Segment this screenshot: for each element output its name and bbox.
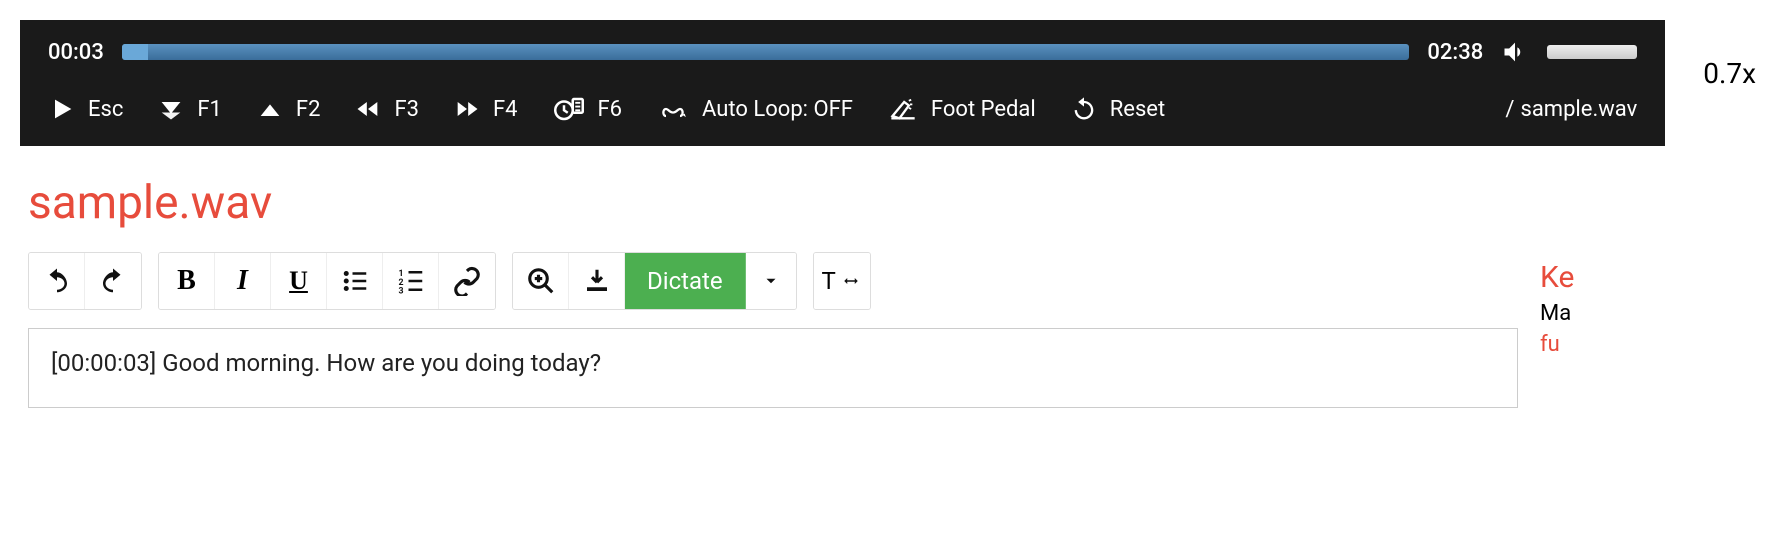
play-button[interactable]: Esc: [48, 95, 123, 123]
chevron-down-filled-icon: [157, 95, 185, 123]
timestamp-button[interactable]: F6: [552, 94, 623, 124]
zoom-in-button[interactable]: [513, 253, 569, 309]
horizontal-arrows-icon: [840, 272, 862, 290]
text-width-glyph: T: [821, 267, 835, 295]
progress-fill: [122, 44, 148, 60]
text-width-icon: T: [821, 267, 861, 295]
audio-player-bar: 00:03 02:38 Esc F1 F2 F3: [20, 20, 1665, 146]
total-time-label: 02:38: [1427, 40, 1483, 65]
sidebar: Ke Ma fu: [1540, 252, 1738, 357]
text-width-button[interactable]: T: [814, 253, 870, 309]
redo-icon: [98, 266, 128, 296]
progress-slider[interactable]: [122, 44, 1410, 60]
reset-button[interactable]: Reset: [1070, 95, 1165, 123]
timestamp-icon: [552, 94, 586, 124]
reset-icon: [1070, 95, 1098, 123]
skip-forward-button[interactable]: F2: [256, 95, 321, 123]
foot-pedal-icon: [887, 95, 919, 123]
toolbar-group-dictate: Dictate: [512, 252, 797, 310]
chevron-up-filled-icon: [256, 95, 284, 123]
undo-button[interactable]: [29, 253, 85, 309]
dictate-dropdown[interactable]: [746, 253, 796, 309]
reset-label: Reset: [1110, 97, 1165, 122]
play-key-label: Esc: [88, 97, 123, 122]
sidebar-link[interactable]: fu: [1540, 332, 1738, 357]
player-controls-row: Esc F1 F2 F3 F4 F6: [20, 76, 1665, 146]
bold-button[interactable]: B: [159, 253, 215, 309]
sidebar-line-1: Ma: [1540, 301, 1738, 326]
rewind-button[interactable]: F3: [354, 95, 419, 123]
file-path-prefix: /: [1505, 97, 1514, 122]
chevron-down-icon: [762, 272, 780, 290]
autoloop-button[interactable]: Auto Loop: OFF: [656, 95, 853, 123]
fast-forward-icon: [453, 95, 481, 123]
bullet-list-button[interactable]: [327, 253, 383, 309]
bullet-list-icon: [340, 266, 370, 296]
rewind-icon: [354, 95, 382, 123]
link-icon: [452, 266, 482, 296]
foot-pedal-label: Foot Pedal: [931, 97, 1036, 122]
sidebar-heading: Ke: [1540, 260, 1738, 295]
undo-icon: [42, 266, 72, 296]
numbered-list-icon: 123: [396, 266, 426, 296]
volume-icon[interactable]: [1501, 38, 1529, 66]
skip-back-key-label: F1: [197, 97, 222, 122]
file-path: / sample.wav: [1505, 97, 1637, 122]
underline-button[interactable]: U: [271, 253, 327, 309]
download-icon: [582, 266, 612, 296]
playback-speed-label[interactable]: 0.7x: [1703, 57, 1756, 90]
redo-button[interactable]: [85, 253, 141, 309]
volume-slider[interactable]: [1547, 45, 1637, 59]
fast-forward-button[interactable]: F4: [453, 95, 518, 123]
link-button[interactable]: [439, 253, 495, 309]
editor-toolbar: B I U 123: [28, 252, 1518, 310]
file-title-heading: sample.wav: [28, 176, 1738, 230]
skip-back-button[interactable]: F1: [157, 95, 222, 123]
play-icon: [48, 95, 76, 123]
file-path-name: sample.wav: [1520, 97, 1637, 122]
loop-icon: [656, 95, 690, 123]
italic-button[interactable]: I: [215, 253, 271, 309]
timestamp-key-label: F6: [598, 97, 623, 122]
skip-fwd-key-label: F2: [296, 97, 321, 122]
progress-row: 00:03 02:38: [20, 20, 1665, 76]
dictate-button[interactable]: Dictate: [625, 253, 746, 309]
numbered-list-button[interactable]: 123: [383, 253, 439, 309]
toolbar-group-history: [28, 252, 142, 310]
svg-text:3: 3: [398, 287, 403, 297]
foot-pedal-button[interactable]: Foot Pedal: [887, 95, 1036, 123]
zoom-in-icon: [526, 266, 556, 296]
download-button[interactable]: [569, 253, 625, 309]
rewind-key-label: F3: [394, 97, 419, 122]
toolbar-group-textwidth: T: [813, 252, 871, 310]
ffwd-key-label: F4: [493, 97, 518, 122]
autoloop-label: Auto Loop: OFF: [702, 97, 853, 122]
toolbar-group-format: B I U 123: [158, 252, 496, 310]
transcript-editor[interactable]: [00:00:03] Good morning. How are you doi…: [28, 328, 1518, 408]
current-time-label: 00:03: [48, 40, 104, 65]
